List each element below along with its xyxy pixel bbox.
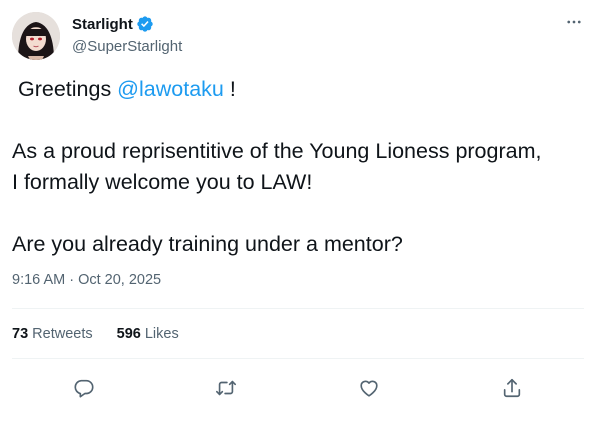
more-horizontal-icon: [567, 20, 581, 24]
retweets-label: Retweets: [32, 326, 93, 342]
author-display-name-row[interactable]: Starlight: [72, 15, 154, 33]
retweets-stat[interactable]: 73 Retweets: [12, 326, 93, 342]
likes-stat[interactable]: 596 Likes: [117, 326, 179, 342]
verified-badge-icon: [136, 15, 154, 33]
retweets-count: 73: [12, 326, 29, 342]
engagement-stats: 73 Retweets 596 Likes: [12, 326, 179, 342]
like-button[interactable]: [353, 372, 385, 404]
author-handle[interactable]: @SuperStarlight: [72, 38, 182, 55]
likes-count: 596: [116, 326, 141, 342]
mention-link[interactable]: @lawotaku: [117, 77, 224, 101]
greeting-suffix: !: [223, 77, 236, 101]
greeting-prefix: Greetings: [17, 77, 118, 101]
heart-icon: [360, 380, 378, 397]
share-icon: [503, 378, 521, 398]
tweet-timestamp[interactable]: 9:16 AM · Oct 20, 2025: [12, 272, 161, 288]
likes-label: Likes: [144, 326, 179, 342]
action-bar: [12, 372, 584, 404]
reply-button[interactable]: [68, 372, 100, 404]
divider-top: [12, 308, 584, 309]
divider-bottom: [12, 358, 584, 359]
tweet-card: Starlight @SuperStarlight Greetings @law…: [0, 0, 596, 424]
retweet-button[interactable]: [210, 372, 242, 404]
tweet-line-3: I formally welcome you to LAW!: [12, 170, 313, 194]
tweet-line-2: As a proud reprisentitive of the Young L…: [12, 139, 542, 163]
tweet-line-greeting: Greetings @lawotaku !: [12, 74, 584, 105]
share-button[interactable]: [496, 372, 528, 404]
avatar[interactable]: [12, 12, 60, 60]
author-display-name[interactable]: Starlight: [72, 16, 133, 33]
tweet-line-4: Are you already training under a mentor?: [12, 232, 403, 256]
more-options-button[interactable]: [562, 10, 586, 34]
tweet-text: Greetings @lawotaku ! As a proud reprise…: [12, 74, 584, 260]
retweet-icon: [216, 380, 236, 396]
reply-icon: [74, 379, 94, 398]
